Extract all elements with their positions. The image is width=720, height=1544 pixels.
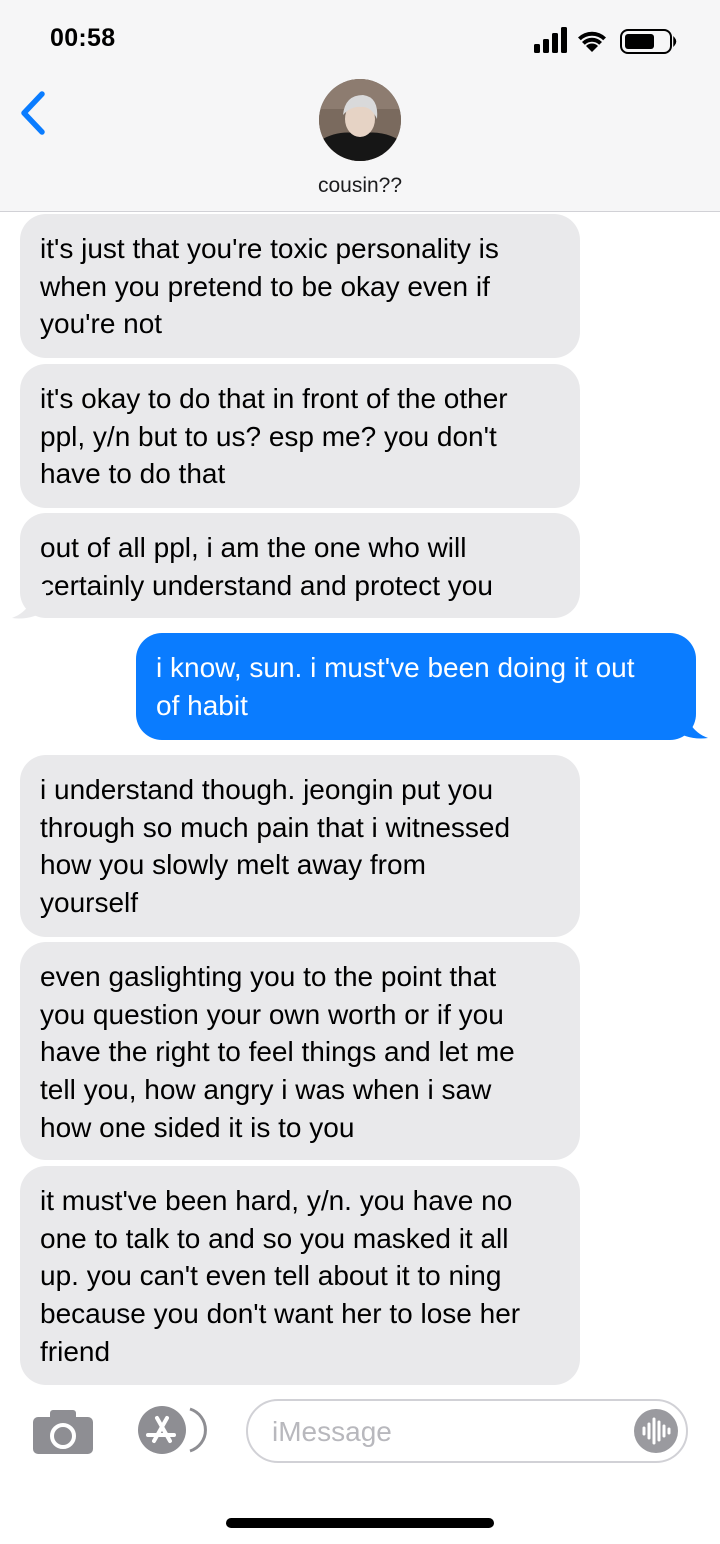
message-line: have the right to feel things and let me	[40, 1036, 515, 1068]
message-line: how you slowly melt away from	[40, 849, 426, 881]
message-bubble-incoming[interactable]: it's just that you're toxic personality …	[20, 214, 580, 358]
message-line: even gaslighting you to the point that	[40, 961, 497, 992]
home-indicator[interactable]	[226, 1518, 494, 1528]
message-line: out of all ppl, i am the one who will	[40, 532, 467, 563]
message-bubble-outgoing[interactable]: i know, sun. i must've been doing it out…	[136, 633, 696, 740]
message-bubble-incoming[interactable]: i understand though. jeongin put you thr…	[20, 755, 580, 937]
status-icons	[534, 27, 677, 54]
contact-name[interactable]: cousin??	[0, 174, 720, 198]
audio-message-button[interactable]	[634, 1409, 678, 1453]
message-line: have to do that	[40, 458, 226, 490]
message-bubble-incoming[interactable]: even gaslighting you to the point that y…	[20, 942, 580, 1160]
message-line: i know, sun. i must've been doing it out	[156, 652, 635, 683]
battery-icon	[620, 29, 677, 54]
message-line: ppl, y/n but to us? esp me? you don't	[40, 420, 497, 452]
bubble-tail-outgoing	[674, 704, 708, 739]
message-line: yourself	[40, 887, 139, 919]
message-line: it must've been hard, y/n. you have no	[40, 1185, 513, 1216]
message-line: friend	[40, 1335, 111, 1367]
waveform-icon	[642, 1417, 671, 1445]
message-line: it's just that you're toxic personality …	[40, 233, 499, 264]
message-composer[interactable]	[246, 1399, 688, 1463]
message-line: through so much pain that i witnessed	[40, 811, 511, 843]
message-line: when you pretend to be okay even if	[40, 270, 490, 302]
message-line: because you don't want her to lose her	[40, 1298, 521, 1330]
camera-button[interactable]	[32, 1409, 94, 1455]
avatar-photo	[319, 79, 401, 161]
conversation-header: 00:58 cousin??	[0, 0, 720, 212]
message-line: of habit	[156, 689, 248, 721]
message-line: i understand though. jeongin put you	[40, 774, 494, 805]
chevron-left-icon	[21, 91, 45, 135]
camera-icon	[33, 1410, 93, 1454]
status-time: 00:58	[50, 24, 116, 52]
signal-icon	[534, 27, 567, 53]
message-line: it's okay to do that in front of the oth…	[40, 383, 508, 414]
message-line: up. you can't even tell about it to ning	[40, 1260, 502, 1292]
wifi-icon	[578, 31, 606, 52]
bubble-tail-incoming	[12, 584, 46, 619]
message-line: certainly understand and protect you	[40, 569, 493, 601]
app-store-icon	[138, 1406, 207, 1454]
message-line: tell you, how angry i was when i saw	[40, 1074, 492, 1106]
app-store-button[interactable]	[134, 1405, 210, 1455]
message-input[interactable]	[270, 1409, 614, 1455]
back-button[interactable]	[14, 88, 54, 138]
message-bubble-incoming[interactable]: it's okay to do that in front of the oth…	[20, 364, 580, 508]
message-bubble-incoming[interactable]: it must've been hard, y/n. you have no o…	[20, 1166, 580, 1385]
message-line: how one sided it is to you	[40, 1111, 355, 1143]
contact-avatar[interactable]	[319, 79, 401, 161]
message-line: one to talk to and so you masked it all	[40, 1222, 509, 1254]
message-line: you're not	[40, 308, 163, 340]
message-bubble-incoming[interactable]: out of all ppl, i am the one who will ce…	[20, 513, 580, 618]
message-line: you question your own worth or if you	[40, 998, 504, 1030]
